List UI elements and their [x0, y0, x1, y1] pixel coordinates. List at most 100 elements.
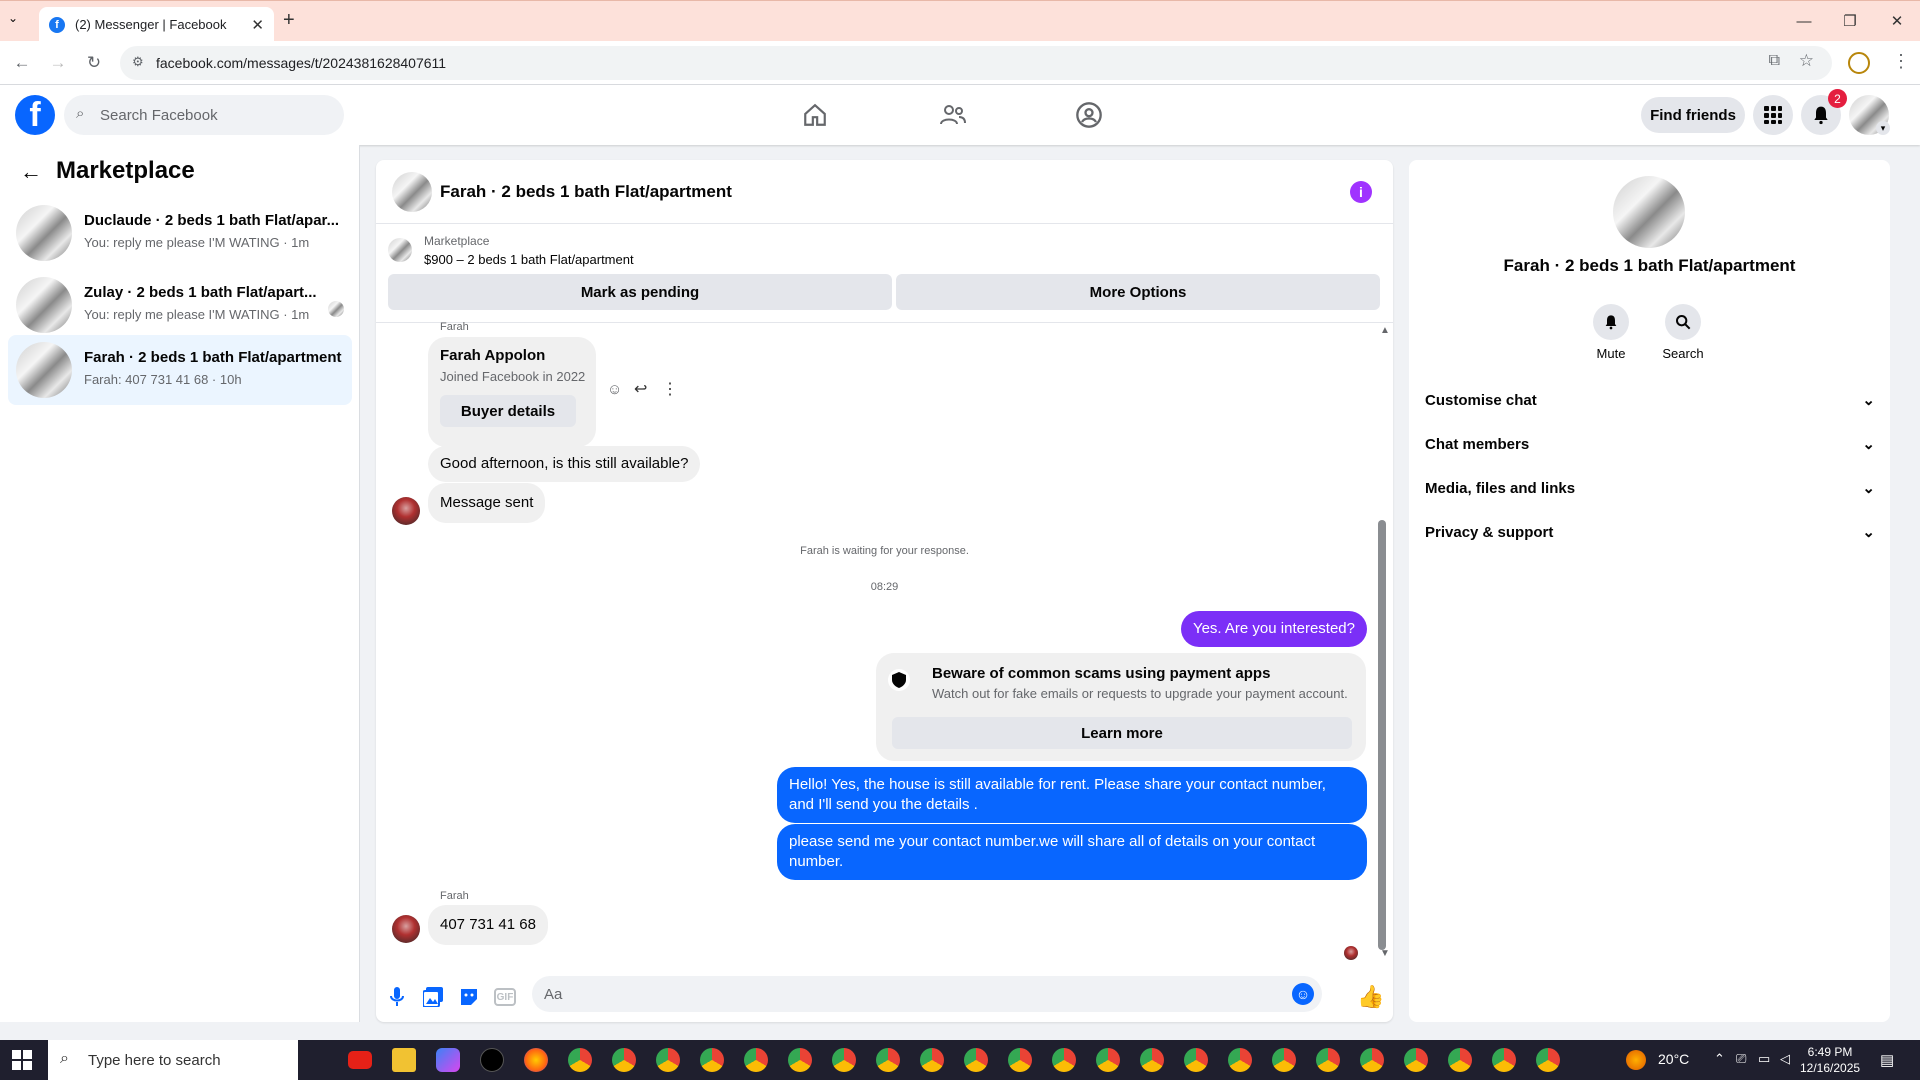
chrome-icon[interactable] [964, 1048, 988, 1072]
notifications-icon[interactable]: ▤ [1880, 1051, 1894, 1069]
volume-icon[interactable]: ◁ [1780, 1051, 1790, 1067]
chrome-icon[interactable] [1360, 1048, 1384, 1072]
sender-avatar[interactable] [392, 497, 420, 525]
chrome-icon[interactable] [1492, 1048, 1516, 1072]
message-bubble-outgoing[interactable]: Hello! Yes, the house is still available… [777, 767, 1367, 823]
chrome-icon[interactable] [1536, 1048, 1560, 1072]
browser-menu-icon[interactable]: ⋮ [1892, 51, 1910, 72]
groups-icon[interactable] [1073, 99, 1105, 131]
conversation-item-active[interactable]: Farah · 2 beds 1 bath Flat/apartment Far… [8, 335, 352, 405]
mute-button[interactable]: Mute [1581, 304, 1641, 361]
chrome-icon[interactable] [568, 1048, 592, 1072]
find-friends-button[interactable]: Find friends [1641, 97, 1745, 133]
chrome-icon[interactable] [832, 1048, 856, 1072]
details-avatar[interactable] [1613, 176, 1685, 248]
chat-avatar[interactable] [392, 172, 432, 212]
chrome-icon[interactable] [1316, 1048, 1340, 1072]
account-chevron-icon[interactable]: ▾ [1876, 121, 1890, 135]
sender-avatar[interactable] [392, 915, 420, 943]
chrome-icon[interactable] [920, 1048, 944, 1072]
message-bubble-outgoing[interactable]: please send me your contact number.we wi… [777, 824, 1367, 880]
weather-icon[interactable] [1626, 1050, 1646, 1070]
more-options-button[interactable]: More Options [896, 274, 1380, 310]
forward-icon[interactable]: → [46, 51, 70, 75]
chat-title[interactable]: Farah · 2 beds 1 bath Flat/apartment [440, 182, 732, 202]
back-arrow-icon[interactable]: ← [20, 159, 42, 185]
chrome-icon[interactable] [1448, 1048, 1472, 1072]
address-bar[interactable]: ⚙ facebook.com/messages/t/20243816284076… [120, 46, 1832, 80]
browser-tab[interactable]: f (2) Messenger | Facebook ✕ [39, 7, 274, 42]
search-conversation-button[interactable]: Search [1653, 304, 1713, 361]
buyer-details-button[interactable]: Buyer details [440, 395, 576, 427]
windows-start-icon[interactable] [12, 1050, 32, 1070]
scroll-up-icon[interactable]: ▲ [1380, 325, 1390, 336]
tab-close-icon[interactable]: ✕ [251, 16, 264, 34]
tray-chevron-icon[interactable]: ⌃ [1714, 1051, 1725, 1067]
chrome-icon[interactable] [1184, 1048, 1208, 1072]
conversation-item[interactable]: Duclaude · 2 beds 1 bath Flat/apar... Yo… [8, 198, 352, 268]
chrome-icon[interactable] [876, 1048, 900, 1072]
chat-members-section[interactable]: Chat members ⌄ [1425, 426, 1875, 462]
chrome-icon[interactable] [1228, 1048, 1252, 1072]
tab-list-chevron-icon[interactable]: ⌄ [8, 11, 18, 25]
profile-icon[interactable] [1848, 52, 1870, 74]
new-tab-icon[interactable]: + [283, 9, 295, 32]
home-icon[interactable] [799, 99, 831, 131]
more-actions-icon[interactable]: ⋮ [662, 379, 678, 399]
message-input[interactable]: Aa ☺ [532, 976, 1322, 1012]
minimize-icon[interactable]: — [1792, 9, 1816, 33]
firefox-icon[interactable] [524, 1048, 548, 1072]
chrome-icon[interactable] [656, 1048, 680, 1072]
message-bubble-incoming[interactable]: 407 731 41 68 [428, 905, 548, 945]
chrome-icon[interactable] [744, 1048, 768, 1072]
window-close-icon[interactable]: ✕ [1885, 9, 1909, 33]
microphone-icon[interactable] [386, 986, 408, 1008]
restore-icon[interactable]: ❐ [1838, 9, 1862, 33]
chrome-icon[interactable] [612, 1048, 636, 1072]
chrome-icon[interactable] [1052, 1048, 1076, 1072]
install-app-icon[interactable]: ⧉ [1769, 52, 1780, 70]
react-icon[interactable]: ☺ [607, 381, 622, 398]
taskbar-clock[interactable]: 6:49 PM 12/16/2025 [1800, 1044, 1860, 1076]
tiktok-icon[interactable] [480, 1048, 504, 1072]
chrome-icon[interactable] [1140, 1048, 1164, 1072]
weather-temp[interactable]: 20°C [1658, 1051, 1689, 1067]
copilot-icon[interactable] [436, 1048, 460, 1072]
privacy-support-section[interactable]: Privacy & support ⌄ [1425, 514, 1875, 550]
chat-scrollbar[interactable] [1378, 520, 1386, 950]
chrome-icon[interactable] [700, 1048, 724, 1072]
learn-more-button[interactable]: Learn more [892, 717, 1352, 749]
taskbar-search[interactable]: ⌕ Type here to search [48, 1040, 298, 1080]
conversation-item[interactable]: Zulay · 2 beds 1 bath Flat/apart... You:… [8, 270, 352, 340]
chrome-icon[interactable] [1272, 1048, 1296, 1072]
chrome-icon[interactable] [1404, 1048, 1428, 1072]
file-explorer-icon[interactable] [392, 1048, 416, 1072]
reply-icon[interactable]: ↩ [634, 379, 647, 399]
bookmark-star-icon[interactable]: ☆ [1799, 51, 1814, 71]
network-icon[interactable]: ▭ [1758, 1051, 1770, 1067]
back-icon[interactable]: ← [10, 51, 34, 75]
facebook-logo-icon[interactable]: f [15, 95, 55, 135]
message-bubble-incoming[interactable]: Message sent [428, 483, 546, 523]
site-info-icon[interactable]: ⚙ [132, 54, 144, 70]
friends-icon[interactable] [937, 99, 969, 131]
search-input[interactable]: ⌕ Search Facebook [64, 95, 344, 135]
emoji-icon[interactable]: ☺ [1292, 983, 1314, 1005]
scroll-down-icon[interactable]: ▼ [1380, 948, 1390, 959]
chrome-icon[interactable] [1008, 1048, 1032, 1072]
chrome-icon[interactable] [788, 1048, 812, 1072]
photo-gallery-icon[interactable] [422, 986, 444, 1008]
sticker-icon[interactable] [458, 986, 480, 1008]
thumbs-up-icon[interactable]: 👍 [1357, 984, 1384, 1009]
youtube-icon[interactable] [348, 1051, 372, 1069]
message-bubble-outgoing[interactable]: Yes. Are you interested? [1180, 611, 1367, 647]
customise-chat-section[interactable]: Customise chat ⌄ [1425, 382, 1875, 418]
listing-price[interactable]: $900 – 2 beds 1 bath Flat/apartment [424, 252, 634, 267]
mark-pending-button[interactable]: Mark as pending [388, 274, 892, 310]
media-files-section[interactable]: Media, files and links ⌄ [1425, 470, 1875, 506]
menu-grid-icon[interactable] [1753, 95, 1793, 135]
chrome-icon[interactable] [1096, 1048, 1120, 1072]
gif-icon[interactable]: GIF [494, 988, 516, 1006]
message-bubble-incoming[interactable]: Good afternoon, is this still available? [428, 446, 701, 482]
reload-icon[interactable]: ↻ [82, 51, 106, 75]
